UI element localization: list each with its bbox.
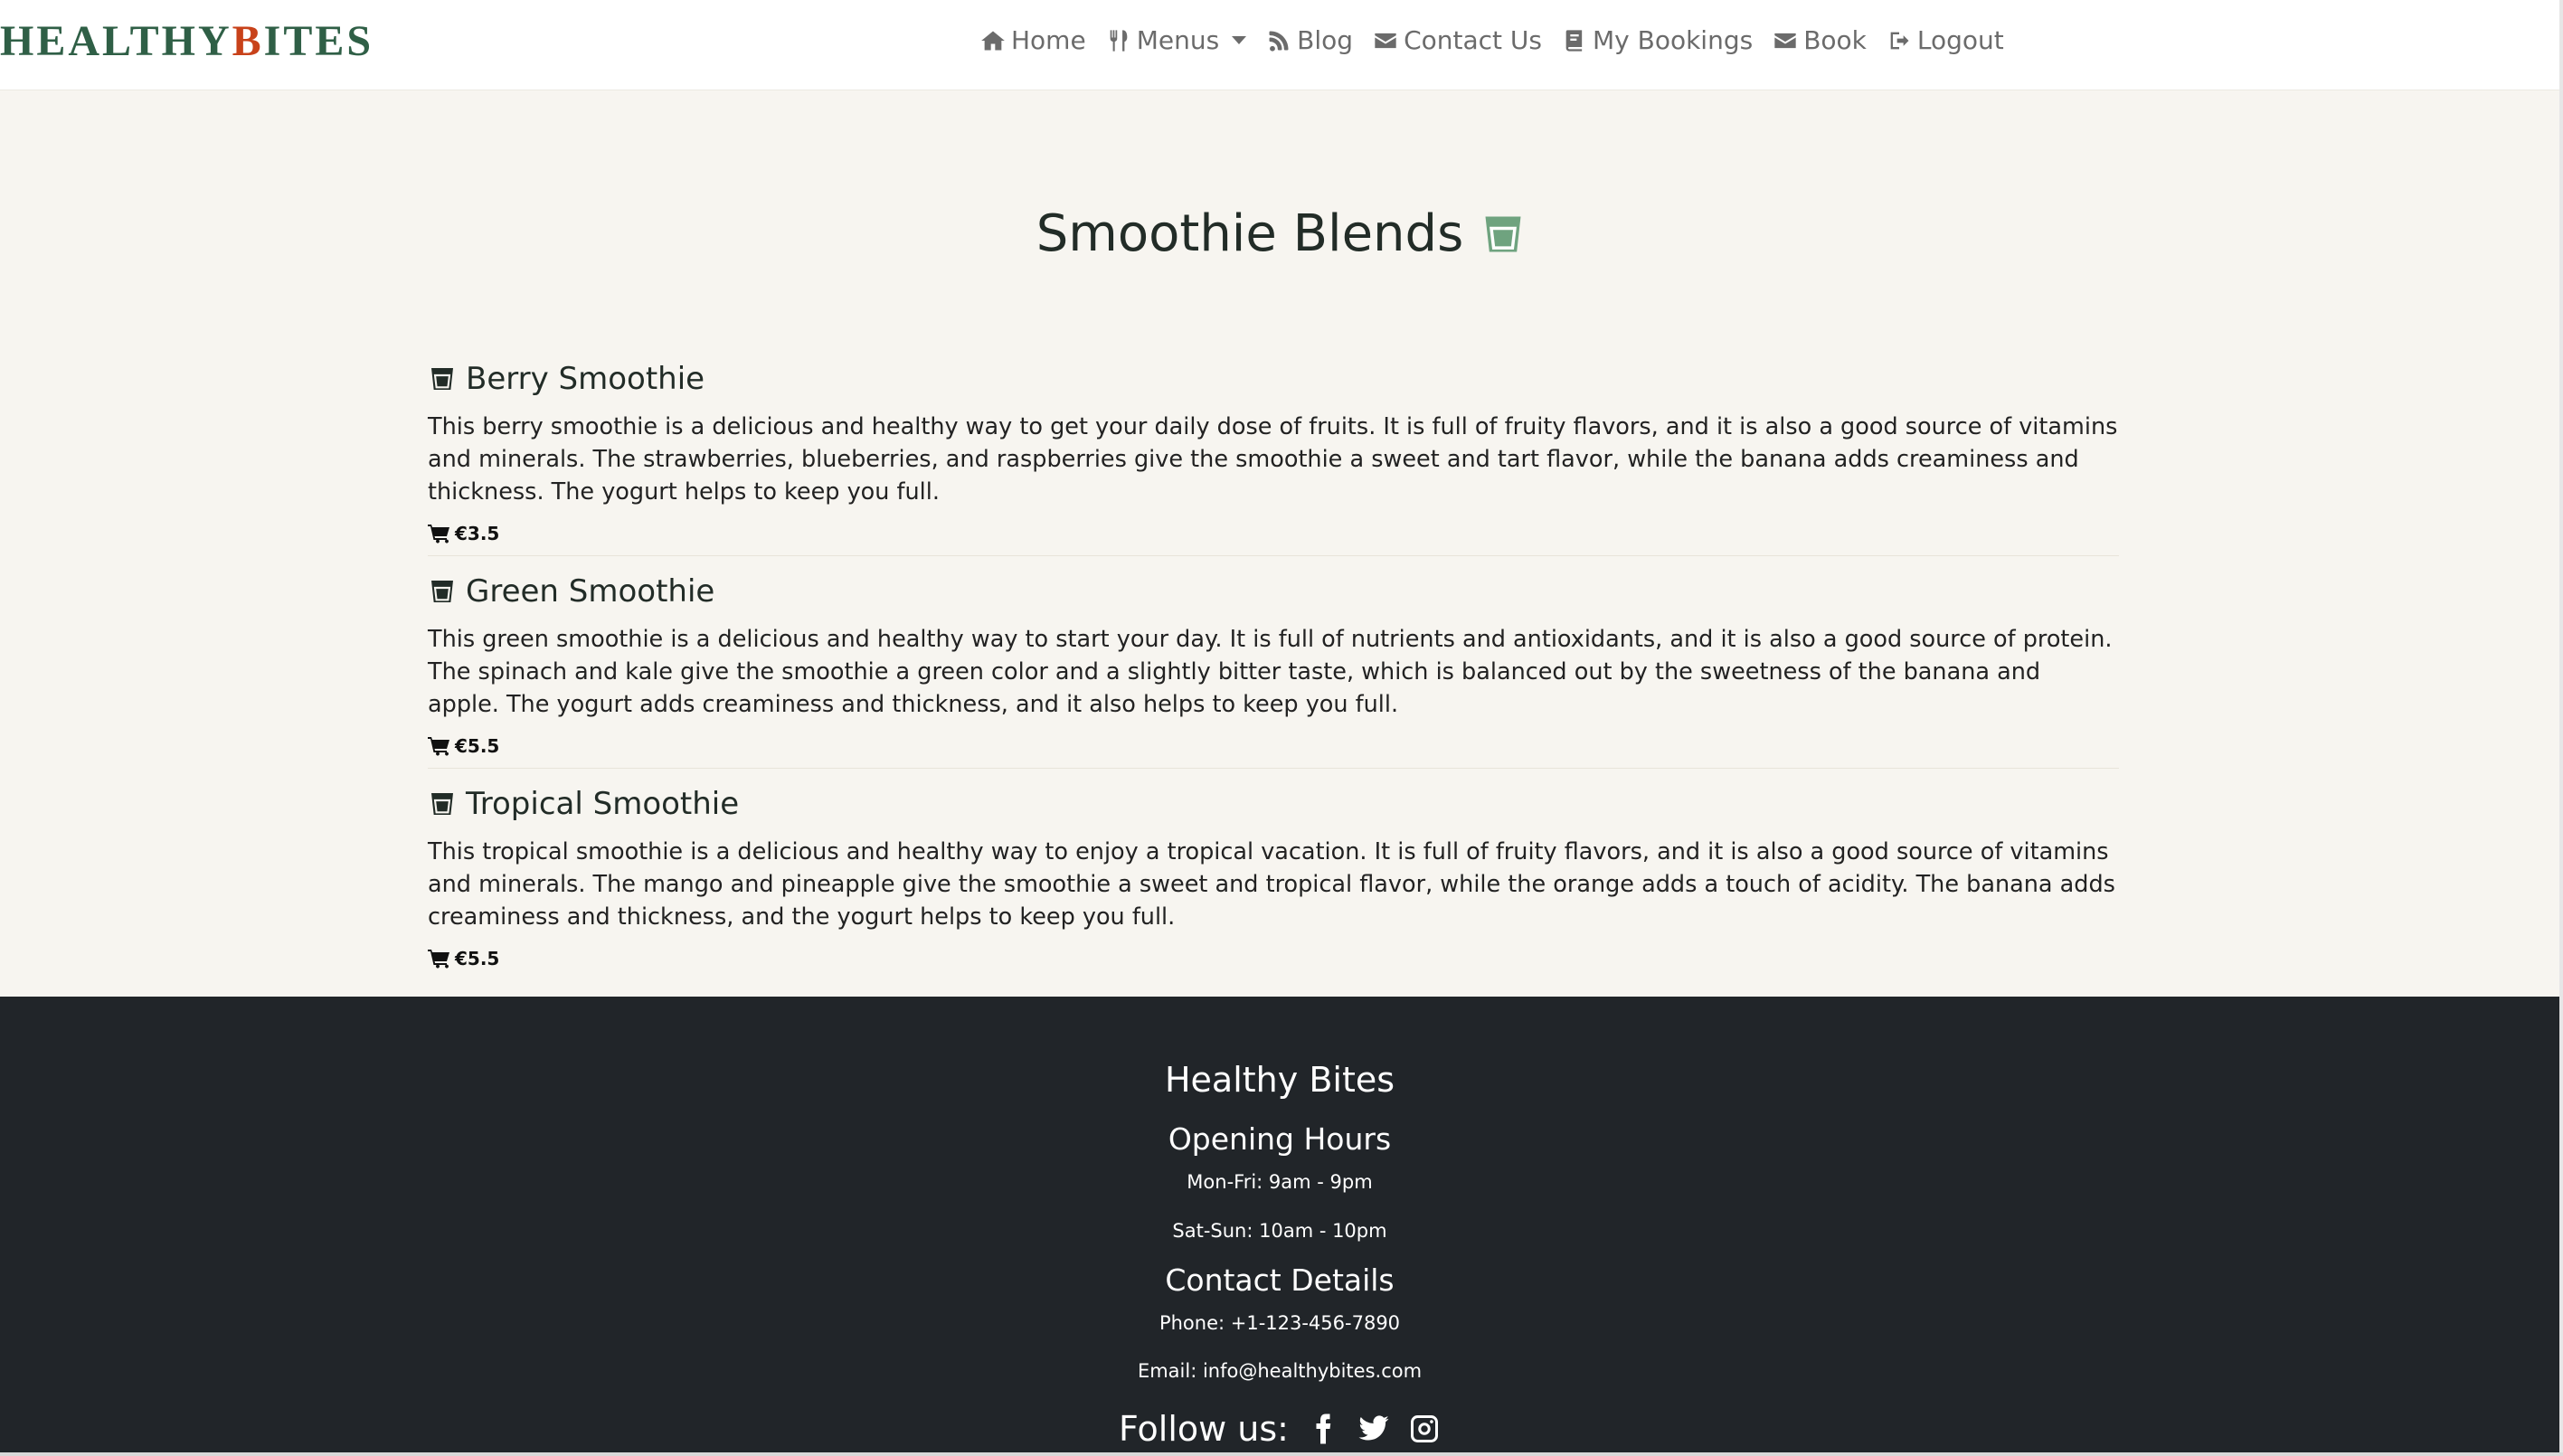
- menu-item-name: Tropical Smoothie: [466, 786, 740, 822]
- brand-part-2: B: [232, 17, 264, 65]
- menu-item-title: Tropical Smoothie: [428, 783, 2119, 825]
- opening-hours-heading: Opening Hours: [1168, 1121, 1392, 1157]
- menu-item: Berry Smoothie This berry smoothie is a …: [428, 358, 2119, 556]
- twitter-icon[interactable]: [1357, 1413, 1390, 1445]
- nav-item-label: Blog: [1297, 25, 1354, 55]
- menu-item-price-value: €5.5: [455, 948, 500, 969]
- nav-item-label: Book: [1803, 25, 1867, 55]
- blog-icon: [1269, 31, 1289, 52]
- contact-details-heading: Contact Details: [1165, 1262, 1395, 1298]
- nav-item-menus[interactable]: Menus: [1106, 25, 1247, 55]
- follow-us: Follow us:: [0, 1409, 2559, 1449]
- nav-item-label: Logout: [1916, 25, 2004, 55]
- glass-icon: [431, 368, 453, 390]
- footer-brand: Healthy Bites: [1164, 1060, 1395, 1100]
- book-icon: [1565, 29, 1583, 52]
- glass-icon: [431, 793, 453, 815]
- menu-item-price[interactable]: €5.5: [428, 948, 2119, 969]
- chevron-down-icon: [1232, 36, 1247, 44]
- brand-logo[interactable]: HEALTHYBITES: [0, 16, 374, 66]
- menu-item-name: Green Smoothie: [466, 573, 715, 610]
- brand-part-3: ITES: [263, 17, 374, 65]
- navbar: HEALTHYBITES Home Menus Blog Contact Us …: [0, 0, 2563, 90]
- glass-icon: [1485, 216, 1521, 251]
- glass-icon: [431, 581, 453, 602]
- footer: Healthy Bites Opening Hours Mon-Fri: 9am…: [0, 997, 2559, 1452]
- menu-item: Tropical Smoothie This tropical smoothie…: [428, 783, 2119, 980]
- contact-email[interactable]: Email: info@healthybites.com: [0, 1360, 2559, 1382]
- follow-us-label: Follow us:: [1119, 1409, 1289, 1449]
- page-title-text: Smoothie Blends: [1036, 204, 1464, 263]
- hours-weekend: Sat-Sun: 10am - 10pm: [1172, 1220, 1387, 1242]
- nav-item-my-bookings[interactable]: My Bookings: [1562, 25, 1753, 55]
- utensils-icon: [1110, 29, 1128, 52]
- nav-item-label: My Bookings: [1592, 25, 1754, 55]
- nav-item-contact[interactable]: Contact Us: [1373, 25, 1542, 55]
- nav-links: Home Menus Blog Contact Us My Bookings B…: [980, 25, 2004, 55]
- nav-item-logout[interactable]: Logout: [1887, 25, 2004, 55]
- hours-weekday: Mon-Fri: 9am - 9pm: [1187, 1171, 1373, 1193]
- menu-item-name: Berry Smoothie: [466, 361, 705, 397]
- menu-item-description: This tropical smoothie is a delicious an…: [428, 838, 2115, 931]
- cart-icon: [428, 737, 449, 756]
- menu-items-list: Berry Smoothie This berry smoothie is a …: [428, 358, 2119, 995]
- contact-phone: Phone: +1-123-456-7890: [1159, 1312, 1401, 1334]
- home-icon: [981, 31, 1005, 50]
- menu-item-price-value: €5.5: [455, 735, 500, 757]
- menu-item-title: Green Smoothie: [428, 571, 2119, 612]
- page-bottom-edge: [0, 1452, 2563, 1456]
- menu-item-price-value: €3.5: [455, 523, 500, 544]
- cart-icon: [428, 525, 449, 544]
- nav-item-book[interactable]: Book: [1773, 25, 1867, 55]
- envelope-icon: [1774, 33, 1796, 48]
- cart-icon: [428, 950, 449, 969]
- page-title: Smoothie Blends: [0, 204, 2563, 263]
- menu-item-price[interactable]: €3.5: [428, 523, 2119, 544]
- menu-item-title: Berry Smoothie: [428, 358, 2119, 400]
- nav-item-label: Home: [1011, 25, 1086, 55]
- instagram-icon[interactable]: [1408, 1413, 1441, 1445]
- nav-item-label: Contact Us: [1404, 25, 1542, 55]
- brand-part-1: HEALTHY: [0, 17, 232, 65]
- nav-item-home[interactable]: Home: [980, 25, 1086, 55]
- menu-item-price[interactable]: €5.5: [428, 735, 2119, 757]
- facebook-icon[interactable]: [1307, 1413, 1339, 1445]
- menu-item-description: This berry smoothie is a delicious and h…: [428, 413, 2118, 506]
- menu-item: Green Smoothie This green smoothie is a …: [428, 571, 2119, 769]
- logout-icon: [1890, 32, 1909, 49]
- scrollbar-track[interactable]: [2559, 0, 2563, 1456]
- envelope-icon: [1375, 33, 1396, 48]
- nav-item-label: Menus: [1136, 25, 1220, 55]
- nav-item-blog[interactable]: Blog: [1266, 25, 1353, 55]
- menu-item-description: This green smoothie is a delicious and h…: [428, 626, 2113, 718]
